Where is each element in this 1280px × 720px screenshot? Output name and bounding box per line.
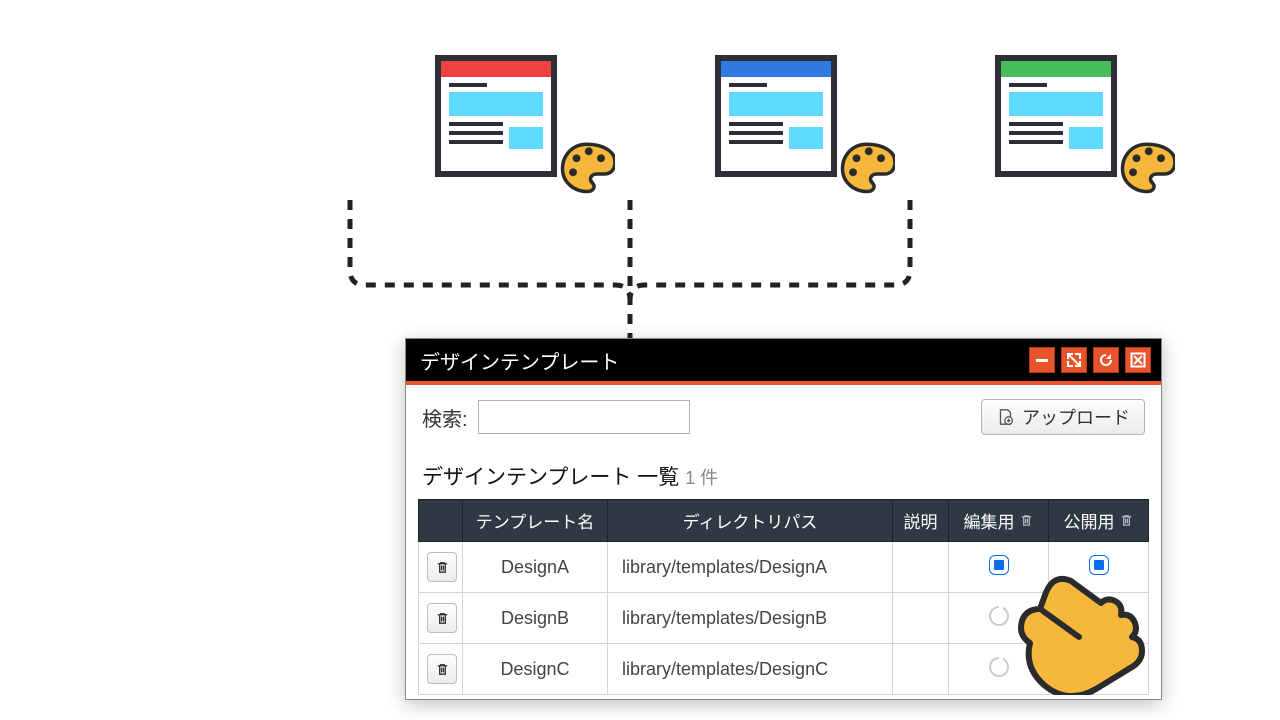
cell-description [893, 593, 949, 644]
edit-radio[interactable] [989, 657, 1009, 677]
cell-template-name: DesignA [463, 542, 608, 593]
window-minimize-button[interactable] [1029, 347, 1055, 373]
col-desc: 説明 [893, 500, 949, 542]
refresh-icon [1098, 352, 1114, 368]
row-delete-button[interactable] [427, 654, 457, 684]
list-heading-text: デザインテンプレート 一覧 [422, 466, 679, 489]
template-thumbnail [995, 55, 1145, 177]
table-row: DesignA library/templates/DesignA [419, 542, 1149, 593]
window-maximize-button[interactable] [1061, 347, 1087, 373]
row-delete-button[interactable] [427, 552, 457, 582]
template-thumbnails [435, 55, 1145, 177]
list-heading: デザインテンプレート 一覧 1 件 [406, 441, 1161, 499]
trash-icon [1019, 513, 1034, 528]
cell-template-name: DesignC [463, 644, 608, 695]
minimize-icon [1034, 352, 1050, 368]
edit-radio[interactable] [989, 606, 1009, 626]
upload-icon [996, 408, 1014, 426]
publish-radio[interactable] [1090, 556, 1108, 574]
col-edit: 編集用 [949, 500, 1049, 542]
row-delete-button[interactable] [427, 603, 457, 633]
window-refresh-button[interactable] [1093, 347, 1119, 373]
trash-icon [435, 611, 450, 626]
cell-template-name: DesignB [463, 593, 608, 644]
close-icon [1130, 352, 1146, 368]
list-count-suffix: 件 [700, 468, 718, 488]
templates-table: テンプレート名 ディレクトリパス 説明 編集用 公開用 [418, 499, 1149, 695]
upload-button[interactable]: アップロード [981, 399, 1145, 435]
window-title: デザインテンプレート [420, 346, 1023, 375]
search-input[interactable] [478, 400, 690, 434]
design-template-window: デザインテンプレート [405, 338, 1162, 700]
cell-directory-path: library/templates/DesignA [608, 542, 893, 593]
col-delete [419, 500, 463, 542]
col-path: ディレクトリパス [608, 500, 893, 542]
template-thumbnail [435, 55, 585, 177]
template-thumbnail [715, 55, 865, 177]
table-row: DesignC library/templates/DesignC [419, 644, 1149, 695]
publish-radio[interactable] [1089, 606, 1109, 626]
list-count-value: 1 [685, 468, 695, 488]
cell-description [893, 644, 949, 695]
palette-icon [839, 139, 895, 195]
window-titlebar: デザインテンプレート [406, 339, 1161, 381]
col-name: テンプレート名 [463, 500, 608, 542]
table-row: DesignB library/templates/DesignB [419, 593, 1149, 644]
toolbar: 検索: アップロード [406, 385, 1161, 441]
cell-description [893, 542, 949, 593]
col-publish: 公開用 [1049, 500, 1149, 542]
cell-directory-path: library/templates/DesignC [608, 644, 893, 695]
search-label: 検索: [422, 403, 468, 432]
cell-directory-path: library/templates/DesignB [608, 593, 893, 644]
edit-radio[interactable] [990, 556, 1008, 574]
templates-table-body: DesignA library/templates/DesignA Design… [419, 542, 1149, 695]
trash-icon [435, 560, 450, 575]
trash-icon [1119, 513, 1134, 528]
palette-icon [559, 139, 615, 195]
expand-icon [1066, 352, 1082, 368]
upload-button-label: アップロード [1022, 404, 1130, 430]
palette-icon [1119, 139, 1175, 195]
publish-radio[interactable] [1089, 657, 1109, 677]
trash-icon [435, 662, 450, 677]
window-close-button[interactable] [1125, 347, 1151, 373]
